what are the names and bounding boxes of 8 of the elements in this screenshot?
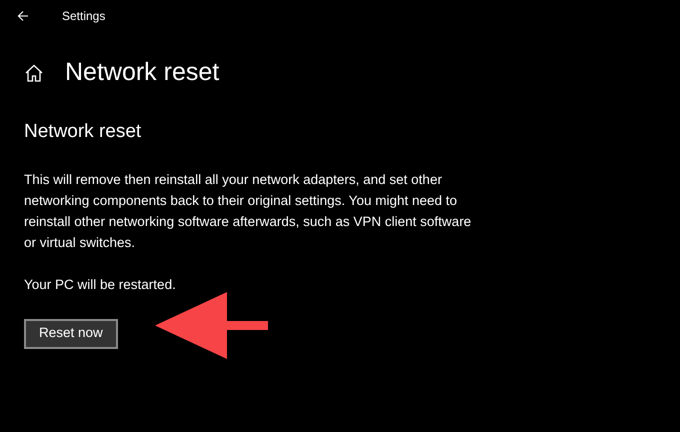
description-text: This will remove then reinstall all your network adapters, and set other networking components back to their original settings. You might need to reinstall other networking software afterwards, such as VPN client software or virtual switches.: [24, 170, 472, 252]
page-title: Network reset: [65, 57, 220, 88]
back-icon[interactable]: [17, 10, 29, 22]
restart-note: Your PC will be restarted.: [24, 276, 177, 294]
home-icon[interactable]: [25, 64, 43, 82]
reset-button[interactable]: Reset now: [24, 318, 118, 348]
section-heading: Network reset: [24, 120, 142, 144]
window-title: Settings: [62, 8, 106, 25]
